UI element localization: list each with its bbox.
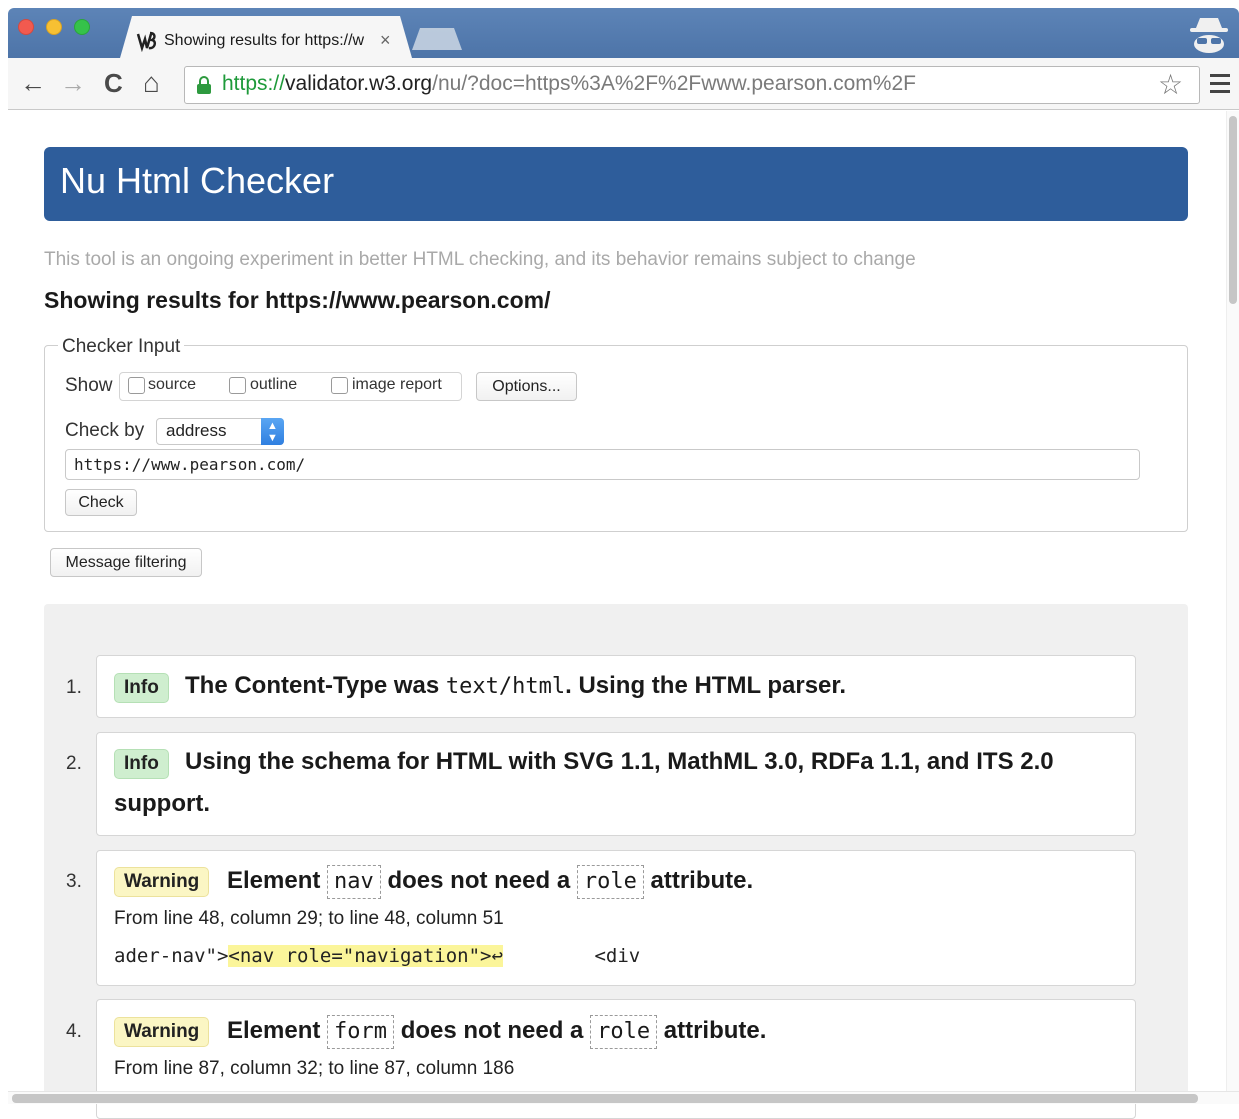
message-text: Element form does not need a role attrib… bbox=[227, 1015, 766, 1049]
incognito-icon bbox=[1190, 18, 1228, 53]
check-button[interactable]: Check bbox=[65, 489, 137, 516]
forward-arrow-icon[interactable]: → bbox=[60, 70, 86, 96]
url-scheme: https:// bbox=[222, 72, 286, 95]
results-heading: Showing results for https://www.pearson.… bbox=[44, 287, 551, 313]
close-window-button[interactable] bbox=[18, 19, 34, 35]
vertical-scrollbar-thumb[interactable] bbox=[1229, 116, 1237, 304]
warning-badge: Warning bbox=[114, 867, 210, 897]
new-tab-button[interactable] bbox=[412, 28, 462, 50]
checker-input-legend: Checker Input bbox=[58, 336, 185, 358]
tab-close-icon[interactable]: × bbox=[380, 30, 391, 51]
horizontal-scrollbar-thumb[interactable] bbox=[12, 1094, 1198, 1103]
message-code: text/html bbox=[445, 674, 566, 699]
message-text-part: attribute. bbox=[650, 867, 754, 894]
message-number: 4. bbox=[66, 1021, 82, 1042]
url-host: validator.w3.org bbox=[285, 72, 433, 95]
browser-menu-icon[interactable] bbox=[1210, 74, 1230, 94]
message-location: From line 48, column 29; to line 48, col… bbox=[114, 908, 504, 929]
extract-after: <div bbox=[502, 945, 641, 967]
message-text-part: Element bbox=[227, 867, 321, 894]
image-report-checkbox[interactable] bbox=[331, 377, 348, 394]
message-filtering-button[interactable]: Message filtering bbox=[50, 548, 202, 577]
outline-checkbox[interactable] bbox=[229, 377, 246, 394]
message-text-part: Element bbox=[227, 1017, 321, 1044]
show-label: Show bbox=[65, 375, 113, 396]
outline-checkbox-label: outline bbox=[250, 376, 298, 393]
message-text-part: . Using the HTML parser. bbox=[565, 672, 847, 699]
options-button[interactable]: Options... bbox=[476, 372, 577, 401]
source-checkbox-label: source bbox=[148, 376, 197, 393]
message-text-part: The Content-Type was bbox=[185, 672, 446, 699]
message-code: nav bbox=[327, 865, 381, 899]
message-text-continuation: support. bbox=[114, 790, 210, 817]
message-text: Using the schema for HTML with SVG 1.1, … bbox=[185, 748, 1054, 775]
message-text-part: does not need a bbox=[400, 1017, 584, 1044]
back-arrow-icon[interactable]: ← bbox=[20, 70, 46, 96]
url-text: https://validator.w3.org/nu/?doc=https%3… bbox=[222, 72, 916, 96]
select-updown-icon[interactable]: ▲ ▼ bbox=[261, 418, 284, 445]
source-checkbox[interactable] bbox=[128, 377, 145, 394]
message-location: From line 87, column 32; to line 87, col… bbox=[114, 1058, 515, 1079]
w3c-favicon-icon bbox=[136, 31, 157, 52]
extract-highlight: <nav role="navigation">↩ bbox=[228, 945, 503, 967]
tab-title: Showing results for https://w bbox=[164, 32, 365, 49]
message-number: 3. bbox=[66, 871, 82, 892]
image-report-checkbox-label: image report bbox=[352, 376, 442, 393]
message-code: role bbox=[590, 1015, 658, 1049]
bookmark-star-icon[interactable]: ☆ bbox=[1158, 68, 1183, 101]
document-url-input[interactable] bbox=[65, 449, 1140, 480]
message-extract: ader-nav"><nav role="navigation">↩ <div bbox=[114, 945, 640, 967]
message-text-part: does not need a bbox=[387, 867, 571, 894]
tagline: This tool is an ongoing experiment in be… bbox=[44, 249, 916, 270]
home-icon[interactable]: ⌂ bbox=[143, 69, 160, 97]
extract-before: ader-nav"> bbox=[114, 945, 229, 967]
message-number: 2. bbox=[66, 753, 82, 774]
page-title: Nu Html Checker bbox=[60, 160, 335, 201]
info-badge: Info bbox=[114, 673, 169, 703]
message-number: 1. bbox=[66, 677, 82, 698]
url-path: /nu/?doc=https%3A%2F%2Fwww.pearson.com%2… bbox=[432, 72, 916, 95]
message-text-part: attribute. bbox=[663, 1017, 767, 1044]
lock-icon bbox=[197, 76, 211, 94]
minimize-window-button[interactable] bbox=[46, 19, 62, 35]
reload-icon[interactable]: C bbox=[104, 70, 123, 96]
message-text: The Content-Type was text/html. Using th… bbox=[185, 671, 846, 702]
check-by-label: Check by bbox=[65, 420, 145, 441]
message-text: Element nav does not need a role attribu… bbox=[227, 865, 753, 899]
message-code: form bbox=[327, 1015, 395, 1049]
zoom-window-button[interactable] bbox=[74, 19, 90, 35]
info-badge: Info bbox=[114, 749, 169, 779]
warning-badge: Warning bbox=[114, 1017, 210, 1047]
message-code: role bbox=[576, 865, 644, 899]
check-by-selected-value: address bbox=[166, 421, 227, 440]
